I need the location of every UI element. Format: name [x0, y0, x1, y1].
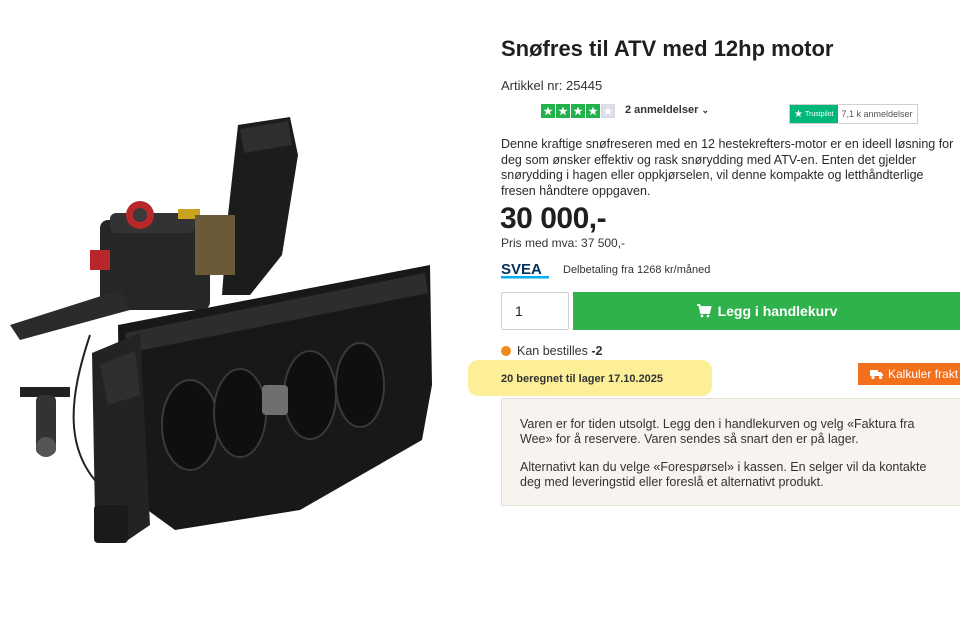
star-icon — [601, 104, 615, 118]
product-title: Snøfres til ATV med 12hp motor — [501, 36, 834, 61]
stock-status-count: -2 — [591, 344, 603, 358]
svea-logo-text: SVEA — [501, 261, 542, 278]
notice-paragraph: Varen er for tiden utsolgt. Legg den i h… — [520, 417, 915, 446]
stock-status: Kan bestilles -2 — [517, 344, 602, 358]
stock-status-label: Kan bestilles — [517, 344, 588, 358]
calculate-freight-button[interactable]: Kalkuler frakt — [858, 363, 960, 385]
price-with-vat: Pris med mva: 37 500,- — [501, 236, 626, 250]
svea-logo: SVEA — [501, 261, 549, 279]
notice-paragraph: Alternativt kan du velge «Forespørsel» i… — [520, 460, 927, 489]
sku-line: Artikkel nr: 25445 — [501, 78, 602, 93]
star-icon — [541, 104, 555, 118]
quantity-input[interactable] — [501, 292, 569, 330]
out-of-stock-notice: Varen er for tiden utsolgt. Legg den i h… — [501, 398, 960, 506]
trustpilot-logo: ★ Trustpilot — [790, 105, 838, 123]
financing-text: Delbetaling fra 1268 kr/måned — [563, 264, 711, 276]
rating-stars[interactable] — [541, 104, 615, 118]
add-to-cart-label: Legg i handlekurv — [717, 303, 838, 319]
cart-icon — [696, 304, 712, 318]
stock-status-dot — [501, 346, 511, 356]
restock-info: 20 beregnet til lager 17.10.2025 — [501, 373, 664, 385]
star-icon — [586, 104, 600, 118]
product-image[interactable] — [0, 95, 470, 565]
star-icon — [556, 104, 570, 118]
price: 30 000,- — [500, 202, 607, 235]
chevron-down-icon: ⌄ — [701, 105, 709, 115]
reviews-label: 2 anmeldelser — [625, 104, 699, 116]
trustpilot-widget[interactable]: ★ Trustpilot 7,1 k anmeldelser — [789, 104, 918, 124]
add-to-cart-button[interactable]: Legg i handlekurv — [573, 292, 960, 330]
truck-icon — [870, 370, 883, 380]
sku-value: 25445 — [566, 78, 603, 93]
product-description: Denne kraftige snøfreseren med en 12 hes… — [501, 137, 954, 198]
trustpilot-count: 7,1 k anmeldelser — [841, 109, 913, 119]
trustpilot-logo-text: Trustpilot — [804, 110, 834, 118]
sku-label: Artikkel nr: — [501, 78, 563, 93]
reviews-link[interactable]: 2 anmeldelser ⌄ — [625, 104, 709, 116]
calculate-freight-label: Kalkuler frakt — [888, 367, 959, 381]
star-icon — [571, 104, 585, 118]
star-icon: ★ — [794, 108, 803, 120]
